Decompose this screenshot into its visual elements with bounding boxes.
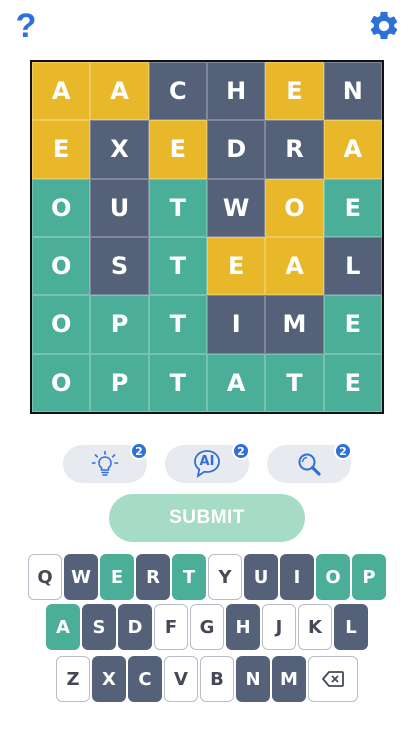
board-cell: A	[32, 62, 91, 121]
board-cell: O	[32, 295, 91, 354]
board-cell: T	[148, 178, 207, 237]
board-cell: A	[90, 62, 149, 121]
board-cell: M	[265, 295, 324, 354]
hint-count-badge: 2	[130, 442, 148, 460]
game-board: AACHENEXEDRAOUTWOEOSTEALOPTIMEOPTATE	[30, 60, 384, 414]
board-cell: S	[90, 236, 149, 296]
board-cell: A	[206, 353, 266, 412]
board-cell: P	[90, 295, 149, 354]
settings-button[interactable]	[366, 8, 402, 44]
board-cell: O	[32, 353, 91, 412]
key-o[interactable]: O	[316, 554, 350, 600]
board-cell: A	[265, 236, 324, 296]
board-cell: E	[206, 236, 266, 296]
key-g[interactable]: G	[190, 604, 224, 650]
keyboard-row-2: ASDFGHJKL	[0, 604, 414, 650]
question-mark-icon: ?	[15, 7, 37, 45]
ai-hint-button[interactable]: AI 2	[165, 442, 250, 483]
board-cell: E	[148, 120, 207, 179]
key-h[interactable]: H	[226, 604, 260, 650]
key-k[interactable]: K	[298, 604, 332, 650]
backspace-key[interactable]	[308, 656, 358, 702]
board-cell: O	[32, 178, 91, 237]
key-j[interactable]: J	[262, 604, 296, 650]
help-button[interactable]: ?	[8, 8, 44, 44]
ai-count-badge: 2	[232, 442, 250, 460]
key-t[interactable]: T	[172, 554, 206, 600]
search-count-badge: 2	[334, 442, 352, 460]
key-m[interactable]: M	[272, 656, 306, 702]
key-u[interactable]: U	[244, 554, 278, 600]
key-q[interactable]: Q	[28, 554, 62, 600]
key-r[interactable]: R	[136, 554, 170, 600]
key-d[interactable]: D	[118, 604, 152, 650]
board-cell: T	[148, 236, 207, 296]
keyboard-row-1: QWERTYUIOP	[0, 554, 414, 600]
key-z[interactable]: Z	[56, 656, 90, 702]
submit-button[interactable]: SUBMIT	[109, 494, 305, 542]
board-cell: E	[323, 353, 382, 412]
key-c[interactable]: C	[128, 656, 162, 702]
key-e[interactable]: E	[100, 554, 134, 600]
board-cell: E	[323, 178, 382, 237]
board-cell: E	[265, 62, 324, 121]
board-cell: E	[323, 295, 382, 354]
key-x[interactable]: X	[92, 656, 126, 702]
key-f[interactable]: F	[154, 604, 188, 650]
search-hint-button[interactable]: 2	[267, 442, 352, 483]
key-w[interactable]: W	[64, 554, 98, 600]
key-y[interactable]: Y	[208, 554, 242, 600]
key-n[interactable]: N	[236, 656, 270, 702]
backspace-icon	[322, 671, 344, 687]
board-cell: E	[32, 120, 91, 179]
board-cell: T	[148, 295, 207, 354]
lightbulb-hint-button[interactable]: 2	[63, 442, 148, 483]
board-cell: L	[323, 236, 382, 296]
key-l[interactable]: L	[334, 604, 368, 650]
board-cell: T	[265, 353, 324, 412]
board-cell: U	[90, 178, 149, 237]
board-cell: P	[90, 353, 149, 412]
board-cell: A	[323, 120, 382, 179]
board-cell: C	[148, 62, 207, 121]
key-i[interactable]: I	[280, 554, 314, 600]
board-cell: R	[265, 120, 324, 179]
key-v[interactable]: V	[164, 656, 198, 702]
board-cell: O	[265, 178, 324, 237]
board-cell: I	[206, 295, 266, 354]
key-b[interactable]: B	[200, 656, 234, 702]
board-cell: N	[323, 62, 382, 121]
keyboard-row-3: ZXCVBNM	[0, 656, 414, 702]
gear-icon	[370, 11, 398, 40]
board-cell: O	[32, 236, 91, 296]
board-cell: T	[148, 353, 207, 412]
board-cell: H	[206, 62, 266, 121]
lightbulb-icon	[91, 450, 119, 476]
key-s[interactable]: S	[82, 604, 116, 650]
board-cell: D	[206, 120, 266, 179]
board-cell: W	[206, 178, 266, 237]
magnifier-icon	[298, 453, 321, 476]
key-p[interactable]: P	[352, 554, 386, 600]
board-cell: X	[90, 120, 149, 179]
key-a[interactable]: A	[46, 604, 80, 650]
